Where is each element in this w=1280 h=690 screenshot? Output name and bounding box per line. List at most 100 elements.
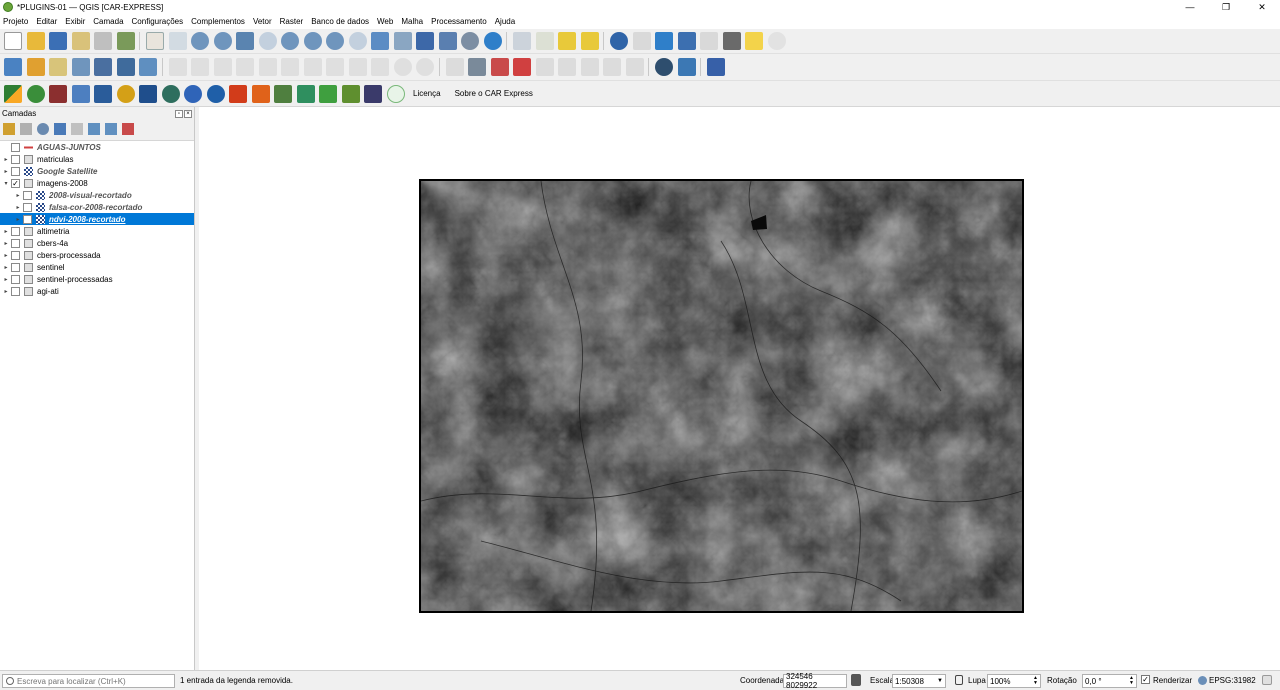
modify-attributes-icon[interactable] [281,58,299,76]
collapsed-chevron-icon[interactable]: ▸ [13,204,23,211]
add-vector-layer-icon[interactable] [26,58,45,76]
messages-icon[interactable] [1262,675,1272,685]
new-map-view-icon[interactable] [371,32,389,50]
landscape-plugin-icon[interactable] [274,84,292,103]
pan-hand-icon[interactable] [146,32,164,50]
menu-projeto[interactable]: Projeto [3,17,28,26]
ibge-plugin-icon[interactable] [139,84,157,103]
expanded-chevron-icon[interactable]: ▾ [1,180,11,187]
deselect-icon[interactable] [580,32,599,50]
cut-features-icon[interactable] [326,58,344,76]
collapsed-chevron-icon[interactable]: ▸ [1,156,11,163]
identify-features-icon[interactable] [513,32,531,50]
grid-plugin-icon[interactable] [364,84,382,103]
zoom-next-icon[interactable] [348,32,367,50]
license-link[interactable]: Licença [413,89,441,98]
flag-plugin-icon[interactable] [94,84,112,103]
tree-plugin-icon[interactable] [319,84,337,103]
menu-exibir[interactable]: Exibir [65,17,85,26]
layer-visibility-checkbox[interactable] [11,250,20,260]
map-canvas[interactable] [199,107,1280,670]
open-project-icon[interactable] [26,32,45,50]
forest-plugin-icon[interactable] [341,84,360,103]
temporal-controller-icon[interactable] [461,32,479,50]
leaf-plugin-icon[interactable] [26,84,45,103]
layer-row[interactable]: ▸ altimetria [0,225,194,237]
layer-row[interactable]: ▾ ✓ imagens-2008 [0,177,194,189]
menu-banco-de-dados[interactable]: Banco de dados [311,17,369,26]
crs-label[interactable]: EPSG:31982 [1209,676,1256,685]
layer-row[interactable]: ▸ cbers-processada [0,249,194,261]
layer-visibility-checkbox[interactable] [11,142,20,152]
layer-row[interactable]: ▸ falsa-cor-2008-recortado [0,201,194,213]
collapsed-chevron-icon[interactable]: ▸ [1,240,11,247]
locator-search-input[interactable] [17,676,167,686]
open-layer-styling-icon[interactable] [3,122,15,135]
remove-layer-icon[interactable] [122,122,134,135]
menu-processamento[interactable]: Processamento [431,17,487,26]
layer-row[interactable]: ▸ ✓ ndvi-2008-recortado [0,213,194,225]
globe-green-plugin-icon[interactable] [161,84,180,103]
label-properties-icon[interactable] [625,58,644,76]
show-hide-labels-icon[interactable] [603,58,621,76]
locator-search[interactable] [2,674,175,688]
layer-visibility-checkbox[interactable] [11,238,20,248]
float-panel-icon[interactable]: ▫ [175,109,183,118]
lock-scale-icon[interactable] [955,675,963,685]
render-checkbox[interactable]: ✓ [1141,675,1150,684]
badge-plugin-icon[interactable] [116,84,135,103]
globe-plugin-icon[interactable] [655,58,673,76]
coordinate-field[interactable]: 324546 8029922 [783,672,847,690]
layer-visibility-checkbox[interactable] [11,286,20,296]
highlight-labels-icon[interactable] [513,58,531,76]
car-express-icon[interactable] [4,84,22,103]
layer-row[interactable]: ▸ Google Satellite [0,165,194,177]
move-label-icon[interactable] [535,58,554,76]
layer-visibility-checkbox[interactable] [11,166,20,176]
scale-field[interactable]: 1:50308 ▼ [892,674,946,688]
statistics-sum-icon[interactable] [677,32,696,50]
layer-visibility-checkbox[interactable] [11,226,20,236]
zoom-in-icon[interactable] [191,32,209,50]
style-manager-icon[interactable] [116,32,135,50]
layer-row[interactable]: ▸ sentinel-processadas [0,273,194,285]
layer-row[interactable]: ▸ 2008-visual-recortado [0,189,194,201]
layer-visibility-checkbox[interactable]: ✓ [11,178,20,188]
menu-raster[interactable]: Raster [280,17,304,26]
save-as-icon[interactable] [71,32,90,50]
menu-malha[interactable]: Malha [401,17,423,26]
collapsed-chevron-icon[interactable]: ▸ [1,288,11,295]
collapsed-chevron-icon[interactable]: ▸ [1,252,11,259]
extents-toggle-icon[interactable] [851,674,861,686]
close-panel-icon[interactable]: × [184,109,192,118]
collapsed-chevron-icon[interactable]: ▸ [1,168,11,175]
zoom-native-icon[interactable] [303,32,322,50]
network-plugin-icon[interactable] [71,84,90,103]
pan-to-selection-icon[interactable] [168,32,187,50]
label-tool-icon[interactable] [445,58,464,76]
menu-configuracoes[interactable]: Configurações [132,17,184,26]
collapsed-chevron-icon[interactable]: ▸ [1,276,11,283]
save-edits-icon[interactable] [213,58,232,76]
fire-plugin-icon[interactable] [229,84,247,103]
collapsed-chevron-icon[interactable]: ▸ [13,216,23,223]
filter-legend-icon[interactable] [54,122,66,135]
pin-labels-icon[interactable] [490,58,509,76]
measure-line-icon[interactable] [722,32,741,50]
layer-visibility-checkbox[interactable] [23,190,32,200]
zoom-last-icon[interactable] [326,32,344,50]
minimize-icon[interactable]: — [1172,0,1208,14]
current-edits-icon[interactable] [168,58,187,76]
menu-ajuda[interactable]: Ajuda [495,17,515,26]
collapsed-chevron-icon[interactable]: ▸ [1,228,11,235]
refresh-icon[interactable] [483,32,502,50]
layer-labeling-icon[interactable] [468,58,486,76]
add-delimited-text-icon[interactable] [49,58,67,76]
add-raster-layer-icon[interactable] [116,58,135,76]
select-features-icon[interactable] [535,32,554,50]
new-project-icon[interactable] [4,32,22,50]
redo-icon[interactable] [416,58,434,76]
menu-web[interactable]: Web [377,17,393,26]
layer-visibility-checkbox[interactable] [11,274,20,284]
delete-selected-icon[interactable] [303,58,322,76]
